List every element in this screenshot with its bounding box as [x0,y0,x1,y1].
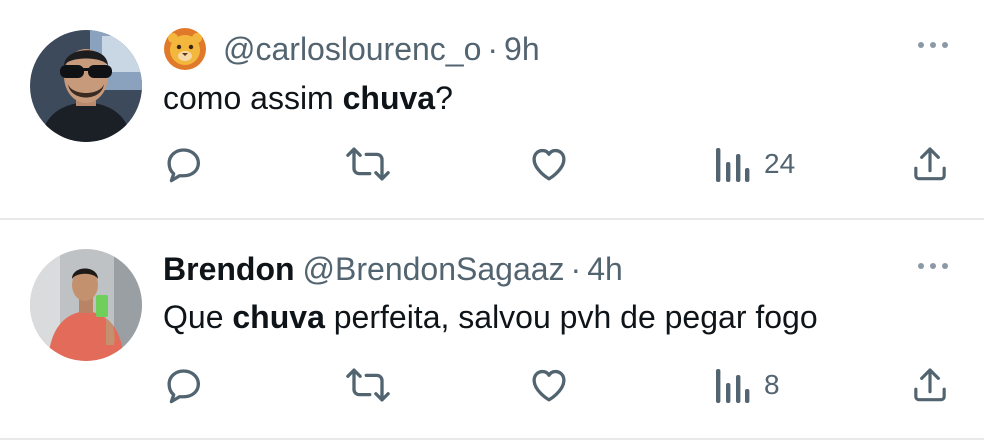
separator-dot: · [570,250,582,287]
tweet-text-part: como assim [163,80,343,116]
author-handle[interactable]: @carloslourenc_o [223,31,481,68]
views-count: 8 [764,369,780,400]
reply-button[interactable] [163,142,205,186]
tweet-text-part: perfeita, salvou pvh de pegar fogo [324,299,818,335]
like-button[interactable] [528,142,570,186]
separator-dot: · [487,30,499,67]
reply-icon [167,148,201,183]
views-icon [716,369,750,403]
reply-feed: @carloslourenc_o · 9h como assim chuva? [0,0,984,448]
retweet-icon [346,368,390,402]
retweet-icon [346,147,390,181]
heart-icon [532,148,566,181]
lion-face-icon [164,28,206,70]
tweet-text-bold: chuva [232,299,325,335]
views-count: 24 [764,148,796,179]
tweet-text-bold: chuva [342,80,436,116]
reply-icon [167,369,201,404]
timestamp[interactable]: 4h [587,251,623,288]
tweet-header: @carloslourenc_o · 9h [163,27,540,71]
retweet-button[interactable] [345,142,391,186]
views-icon [716,148,750,182]
like-button[interactable] [528,363,570,407]
timestamp[interactable]: 9h [504,31,540,68]
avatar[interactable] [30,249,142,361]
share-icon [914,368,946,402]
tweet-header: Brendon @BrendonSagaaz · 4h [163,247,623,291]
avatar[interactable] [30,30,142,142]
action-bar: 8 [0,363,984,409]
views-button[interactable]: 24 [714,142,795,186]
tweet[interactable]: Brendon @BrendonSagaaz · 4h Que chuva pe… [0,221,984,439]
share-button[interactable] [910,142,950,186]
retweet-button[interactable] [345,363,391,407]
more-icon[interactable] [918,42,948,48]
author-handle[interactable]: @BrendonSagaaz [303,251,565,288]
heart-icon [532,369,566,402]
action-bar: 24 [0,142,984,188]
author-name[interactable]: Brendon [163,251,295,288]
tweet[interactable]: @carloslourenc_o · 9h como assim chuva? [0,0,984,218]
tweet-text-part: ? [435,80,453,116]
tweet-text: Que chuva perfeita, salvou pvh de pegar … [163,299,818,336]
tweet-divider [0,218,984,220]
tweet-divider [0,438,984,440]
more-icon[interactable] [918,263,948,269]
views-button[interactable]: 8 [714,363,780,407]
share-icon [914,147,946,181]
tweet-text: como assim chuva? [163,80,453,117]
share-button[interactable] [910,363,950,407]
reply-button[interactable] [163,363,205,407]
tweet-text-part: Que [163,299,233,335]
